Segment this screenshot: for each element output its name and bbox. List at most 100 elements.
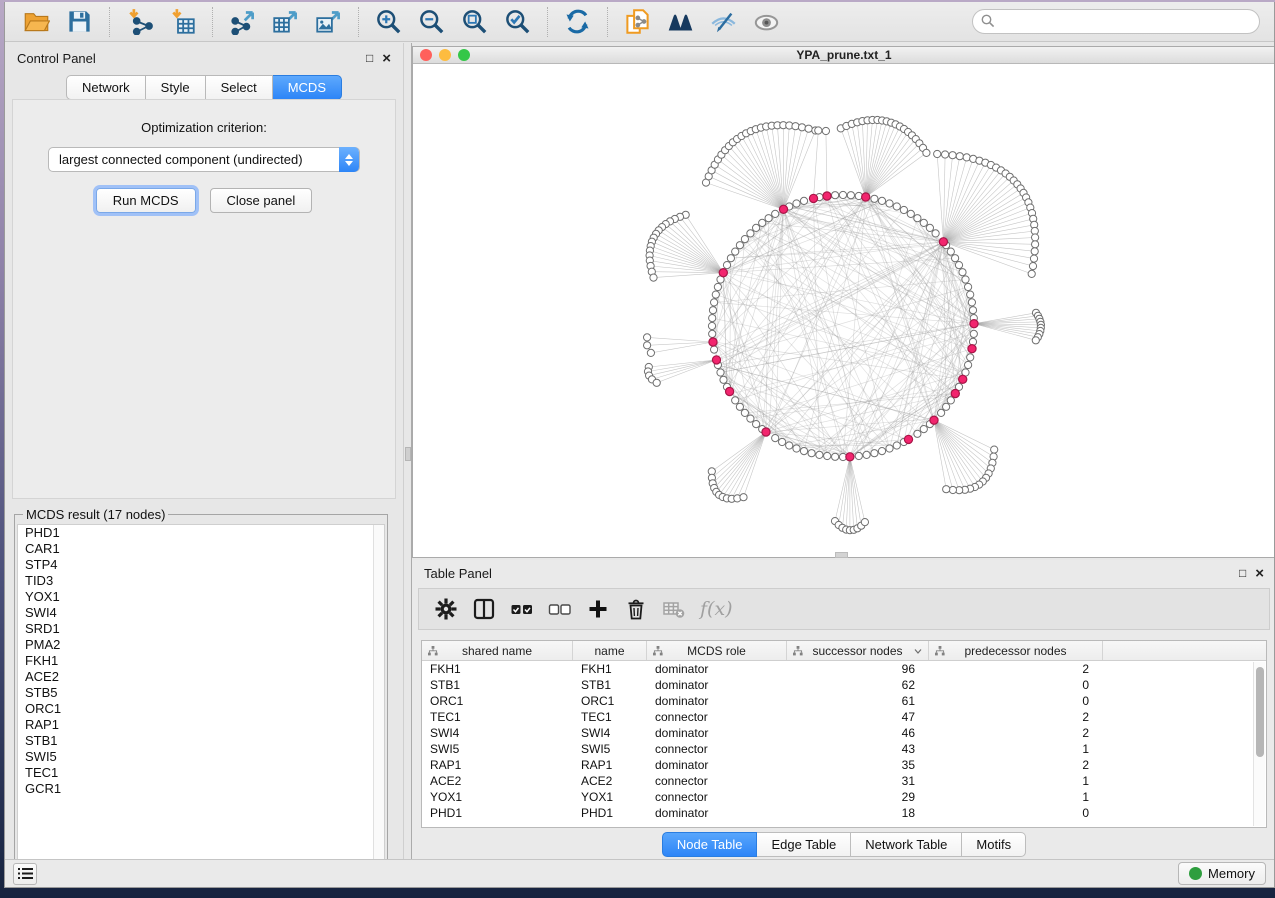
table-cell[interactable]: dominator (647, 726, 787, 740)
close-panel-button[interactable]: Close panel (210, 188, 313, 213)
run-mcds-button[interactable]: Run MCDS (96, 188, 196, 213)
zoom-out-icon[interactable] (418, 8, 445, 35)
table-cell[interactable]: SWI4 (422, 726, 573, 740)
refresh-icon[interactable] (564, 8, 591, 35)
table-cell[interactable]: STB1 (422, 678, 573, 692)
mcds-result-item[interactable]: FKH1 (18, 653, 384, 669)
mcds-result-item[interactable]: SWI4 (18, 605, 384, 621)
table-cell[interactable]: ORC1 (422, 694, 573, 708)
network-canvas[interactable] (413, 64, 1275, 557)
table-row[interactable]: SWI4SWI4dominator462 (422, 725, 1266, 741)
table-cell[interactable]: 47 (787, 710, 929, 724)
mcds-result-list[interactable]: PHD1CAR1STP4TID3YOX1SWI4SRD1PMA2FKH1ACE2… (17, 524, 385, 878)
column-header-shared-name[interactable]: shared name (422, 641, 573, 660)
table-cell[interactable]: STB1 (573, 678, 647, 692)
mcds-result-item[interactable]: SWI5 (18, 749, 384, 765)
table-cell[interactable]: RAP1 (573, 758, 647, 772)
save-session-icon[interactable] (66, 8, 93, 35)
export-image-icon[interactable] (315, 8, 342, 35)
table-row[interactable]: STB1STB1dominator620 (422, 677, 1266, 693)
column-header-predecessor-nodes[interactable]: predecessor nodes (929, 641, 1103, 660)
table-cell[interactable]: 1 (929, 774, 1103, 788)
table-row[interactable]: ACE2ACE2connector311 (422, 773, 1266, 789)
table-cell[interactable]: connector (647, 774, 787, 788)
hide-selected-icon[interactable] (710, 8, 737, 35)
table-cell[interactable]: 0 (929, 678, 1103, 692)
table-cell[interactable]: connector (647, 710, 787, 724)
mcds-result-item[interactable]: TEC1 (18, 765, 384, 781)
mcds-result-item[interactable]: CAR1 (18, 541, 384, 557)
table-row[interactable]: SWI5SWI5connector431 (422, 741, 1266, 757)
mcds-result-item[interactable]: ORC1 (18, 701, 384, 717)
delete-column-icon[interactable] (624, 597, 648, 621)
tab-network-table[interactable]: Network Table (851, 832, 962, 857)
show-panels-list-button[interactable] (13, 863, 37, 885)
mcds-result-item[interactable]: PMA2 (18, 637, 384, 653)
float-table-panel-icon[interactable]: □ (1239, 567, 1246, 580)
first-neighbors-icon[interactable] (667, 8, 694, 35)
new-network-from-selection-icon[interactable] (624, 8, 651, 35)
table-row[interactable]: YOX1YOX1connector291 (422, 789, 1266, 805)
table-cell[interactable]: FKH1 (422, 662, 573, 676)
table-cell[interactable]: TEC1 (422, 710, 573, 724)
zoom-in-icon[interactable] (375, 8, 402, 35)
tab-mcds[interactable]: MCDS (273, 75, 342, 100)
mcds-result-item[interactable]: ACE2 (18, 669, 384, 685)
table-row[interactable]: ORC1ORC1dominator610 (422, 693, 1266, 709)
add-column-icon[interactable] (586, 597, 610, 621)
mcds-result-item[interactable]: STP4 (18, 557, 384, 573)
float-panel-icon[interactable]: □ (366, 52, 373, 65)
table-cell[interactable]: FKH1 (573, 662, 647, 676)
table-cell[interactable]: 61 (787, 694, 929, 708)
table-cell[interactable]: 0 (929, 806, 1103, 820)
close-table-panel-icon[interactable]: × (1255, 567, 1264, 580)
table-cell[interactable]: TEC1 (573, 710, 647, 724)
settings-gear-icon[interactable] (434, 597, 458, 621)
table-row[interactable]: RAP1RAP1dominator352 (422, 757, 1266, 773)
network-window-titlebar[interactable]: YPA_prune.txt_1 (413, 47, 1275, 64)
mcds-result-item[interactable]: PHD1 (18, 525, 384, 541)
export-table-icon[interactable] (272, 8, 299, 35)
mcds-result-item[interactable]: RAP1 (18, 717, 384, 733)
table-row[interactable]: FKH1FKH1dominator962 (422, 661, 1266, 677)
table-row[interactable]: PHD1PHD1dominator180 (422, 805, 1266, 821)
select-all-icon[interactable] (510, 597, 534, 621)
mcds-result-item[interactable]: GCR1 (18, 781, 384, 797)
table-cell[interactable]: RAP1 (422, 758, 573, 772)
tab-network[interactable]: Network (66, 75, 146, 100)
horizontal-splitter-grip[interactable] (835, 552, 848, 558)
mcds-result-item[interactable]: SRD1 (18, 621, 384, 637)
table-cell[interactable]: dominator (647, 758, 787, 772)
deselect-all-icon[interactable] (548, 597, 572, 621)
criterion-select[interactable]: largest connected component (undirected) (48, 147, 360, 172)
table-scrollbar[interactable] (1253, 662, 1265, 826)
column-header-name[interactable]: name (573, 641, 647, 660)
import-network-icon[interactable] (126, 8, 153, 35)
mcds-result-item[interactable]: STB1 (18, 733, 384, 749)
close-panel-icon[interactable]: × (382, 52, 391, 65)
table-cell[interactable]: dominator (647, 694, 787, 708)
table-cell[interactable]: 46 (787, 726, 929, 740)
mcds-result-item[interactable]: TID3 (18, 573, 384, 589)
zoom-selected-icon[interactable] (504, 8, 531, 35)
table-cell[interactable]: 0 (929, 694, 1103, 708)
table-cell[interactable]: connector (647, 790, 787, 804)
memory-button[interactable]: Memory (1178, 862, 1266, 885)
table-cell[interactable]: PHD1 (422, 806, 573, 820)
table-cell[interactable]: 35 (787, 758, 929, 772)
table-cell[interactable]: SWI5 (422, 742, 573, 756)
tab-motifs[interactable]: Motifs (962, 832, 1026, 857)
table-cell[interactable]: dominator (647, 806, 787, 820)
table-cell[interactable]: YOX1 (573, 790, 647, 804)
table-cell[interactable]: 1 (929, 790, 1103, 804)
mcds-result-item[interactable]: YOX1 (18, 589, 384, 605)
table-cell[interactable]: dominator (647, 662, 787, 676)
table-cell[interactable]: ORC1 (573, 694, 647, 708)
table-cell[interactable]: 2 (929, 726, 1103, 740)
open-file-icon[interactable] (23, 8, 50, 35)
table-cell[interactable]: 29 (787, 790, 929, 804)
table-cell[interactable]: 62 (787, 678, 929, 692)
splitter-grip[interactable] (405, 447, 411, 461)
table-cell[interactable]: 2 (929, 710, 1103, 724)
vertical-splitter[interactable] (403, 43, 412, 860)
